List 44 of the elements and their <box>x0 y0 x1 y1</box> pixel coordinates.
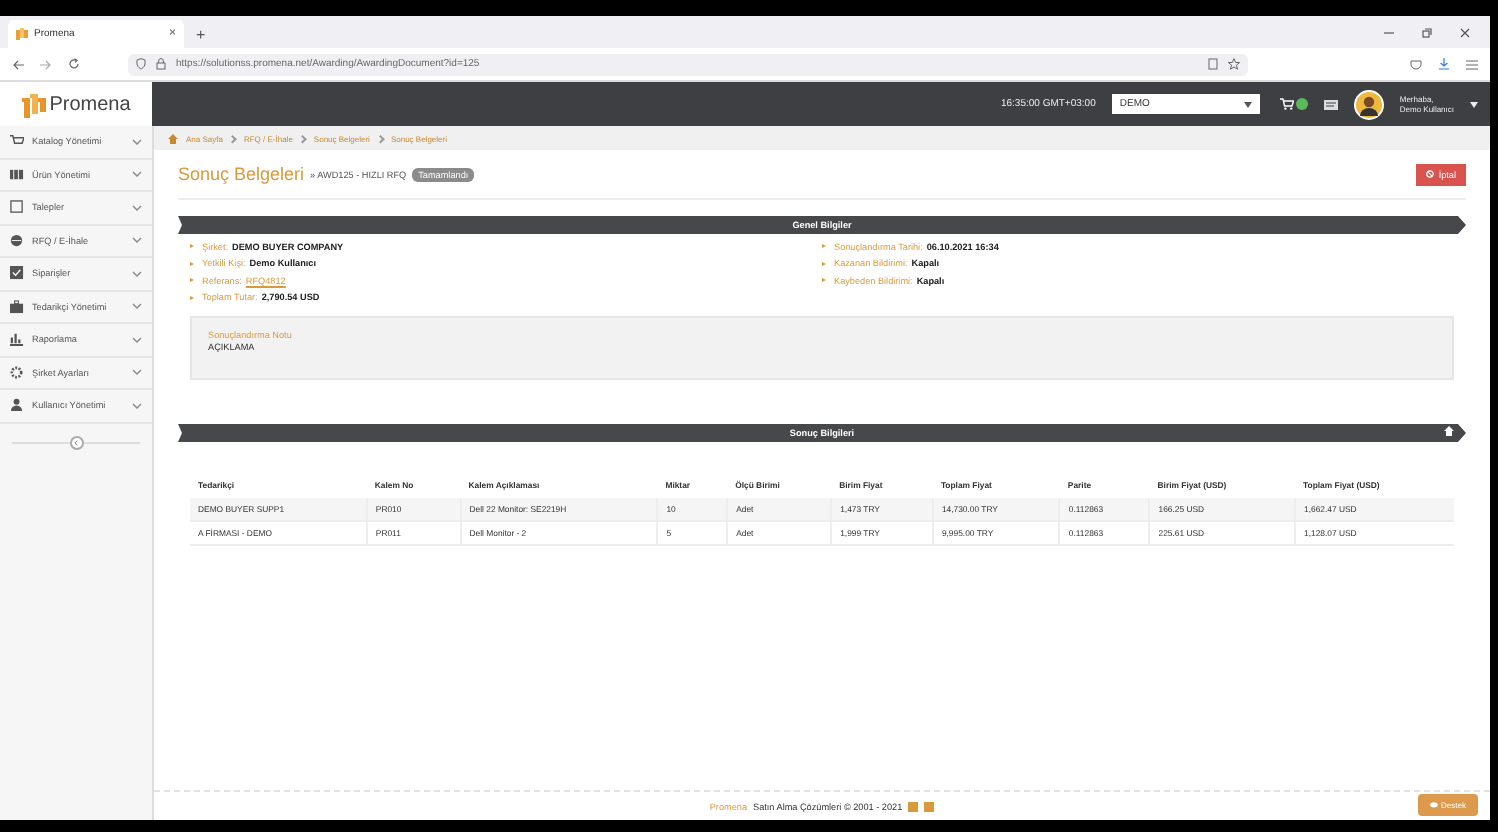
chat-icon <box>1429 802 1438 808</box>
chevron-down-icon <box>132 335 142 344</box>
logo-text: Promena <box>49 93 131 115</box>
user-icon <box>10 398 24 413</box>
lock-icon <box>156 58 166 70</box>
message-icon[interactable] <box>1323 99 1338 109</box>
grid-icon <box>10 167 24 182</box>
page-title: Sonuç Belgeleri <box>178 164 305 184</box>
restore-icon[interactable] <box>1422 27 1432 37</box>
ban-icon <box>1426 170 1435 178</box>
chevron-down-icon <box>132 269 142 278</box>
close-icon[interactable] <box>1460 27 1470 37</box>
home-icon <box>168 133 178 143</box>
chevron-down-icon <box>132 137 142 146</box>
new-tab-button[interactable]: + <box>196 26 206 44</box>
avatar-icon[interactable] <box>1353 89 1384 119</box>
logo-icon <box>16 28 28 40</box>
home-icon[interactable] <box>1444 426 1454 436</box>
caret-icon <box>1243 101 1252 107</box>
square-icon <box>10 200 24 215</box>
logo-icon <box>21 91 46 117</box>
forward-arrow-icon[interactable] <box>40 59 52 69</box>
chevron-down-icon <box>132 203 142 212</box>
collapse-sidebar-button[interactable] <box>69 435 83 449</box>
chevron-down-icon <box>132 368 142 377</box>
download-icon[interactable] <box>1438 58 1450 70</box>
shield-icon <box>136 58 146 70</box>
chevron-down-icon <box>132 401 142 410</box>
cart-icon <box>10 134 24 149</box>
pocket-icon[interactable] <box>1410 59 1422 69</box>
back-arrow-icon[interactable] <box>12 59 24 69</box>
chevron-down-icon <box>132 302 142 311</box>
reload-icon[interactable] <box>68 58 80 70</box>
cart-icon[interactable] <box>1279 98 1294 110</box>
minimize-icon[interactable] <box>1384 27 1394 37</box>
briefcase-icon <box>10 299 24 314</box>
chevron-down-icon <box>132 170 142 179</box>
star-icon[interactable] <box>1228 58 1240 70</box>
reader-view-icon[interactable] <box>1208 58 1218 70</box>
caret-icon[interactable] <box>1470 101 1478 107</box>
checkbox-icon <box>10 266 24 281</box>
bar-chart-icon <box>10 332 24 347</box>
notification-dot <box>1295 98 1308 110</box>
chevron-down-icon <box>132 236 142 245</box>
